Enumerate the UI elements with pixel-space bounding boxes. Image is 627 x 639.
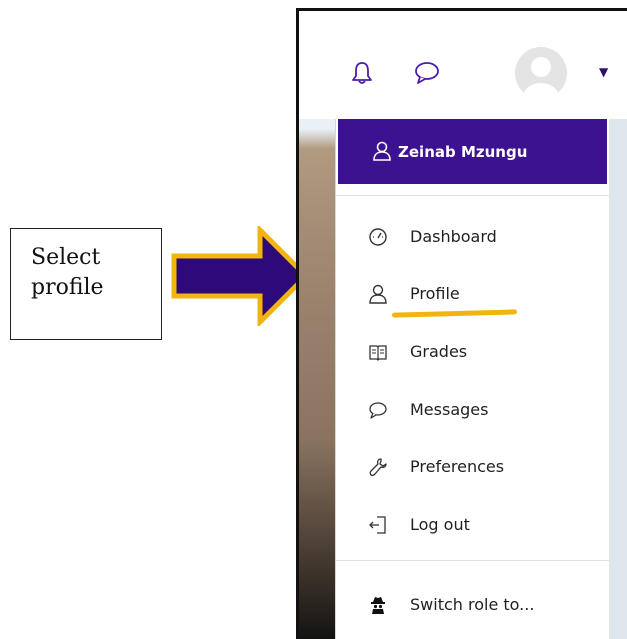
caret-down-icon[interactable]: ▼	[599, 65, 608, 79]
menu-item-label: Dashboard	[410, 227, 497, 246]
user-dropdown-menu: Zeinab Mzungu Dashboard Profile Grades M…	[335, 119, 609, 639]
divider	[336, 195, 609, 196]
page-background-right	[607, 119, 627, 639]
menu-item-label: Grades	[410, 342, 468, 361]
menu-item-label: Switch role to...	[410, 595, 535, 614]
chat-icon	[369, 402, 387, 419]
menu-item-label: Messages	[410, 400, 489, 419]
annotation-text: Select profile	[31, 245, 104, 300]
menu-item-label: Log out	[410, 515, 470, 534]
arrow-right-icon	[171, 226, 310, 326]
menu-item-logout[interactable]: Log out	[336, 505, 609, 545]
gauge-icon	[369, 228, 387, 246]
menu-item-grades[interactable]: Grades	[336, 332, 609, 372]
menu-item-label: Preferences	[410, 457, 505, 476]
user-menu-header[interactable]: Zeinab Mzungu	[338, 119, 607, 184]
menu-item-preferences[interactable]: Preferences	[336, 447, 609, 487]
bell-icon[interactable]	[351, 61, 373, 85]
annotation-callout: Select profile	[10, 228, 162, 340]
logout-icon	[369, 516, 386, 534]
wrench-icon	[369, 458, 387, 477]
menu-item-label: Profile	[410, 284, 460, 303]
screenshot-frame: ▼ Zeinab Mzungu Dashboard Profile Grades…	[296, 8, 627, 639]
menu-item-switch-role[interactable]: Switch role to...	[336, 585, 609, 625]
user-icon	[369, 284, 387, 304]
menu-item-dashboard[interactable]: Dashboard	[336, 217, 609, 257]
chat-icon[interactable]	[414, 61, 440, 85]
user-secret-icon	[371, 597, 385, 614]
top-navbar: ▼	[299, 11, 627, 119]
avatar[interactable]	[515, 47, 567, 99]
book-icon	[369, 345, 387, 361]
user-name: Zeinab Mzungu	[398, 143, 528, 161]
menu-item-messages[interactable]: Messages	[336, 390, 609, 430]
divider	[336, 560, 609, 561]
menu-item-profile[interactable]: Profile	[336, 274, 609, 314]
user-icon	[373, 141, 391, 161]
